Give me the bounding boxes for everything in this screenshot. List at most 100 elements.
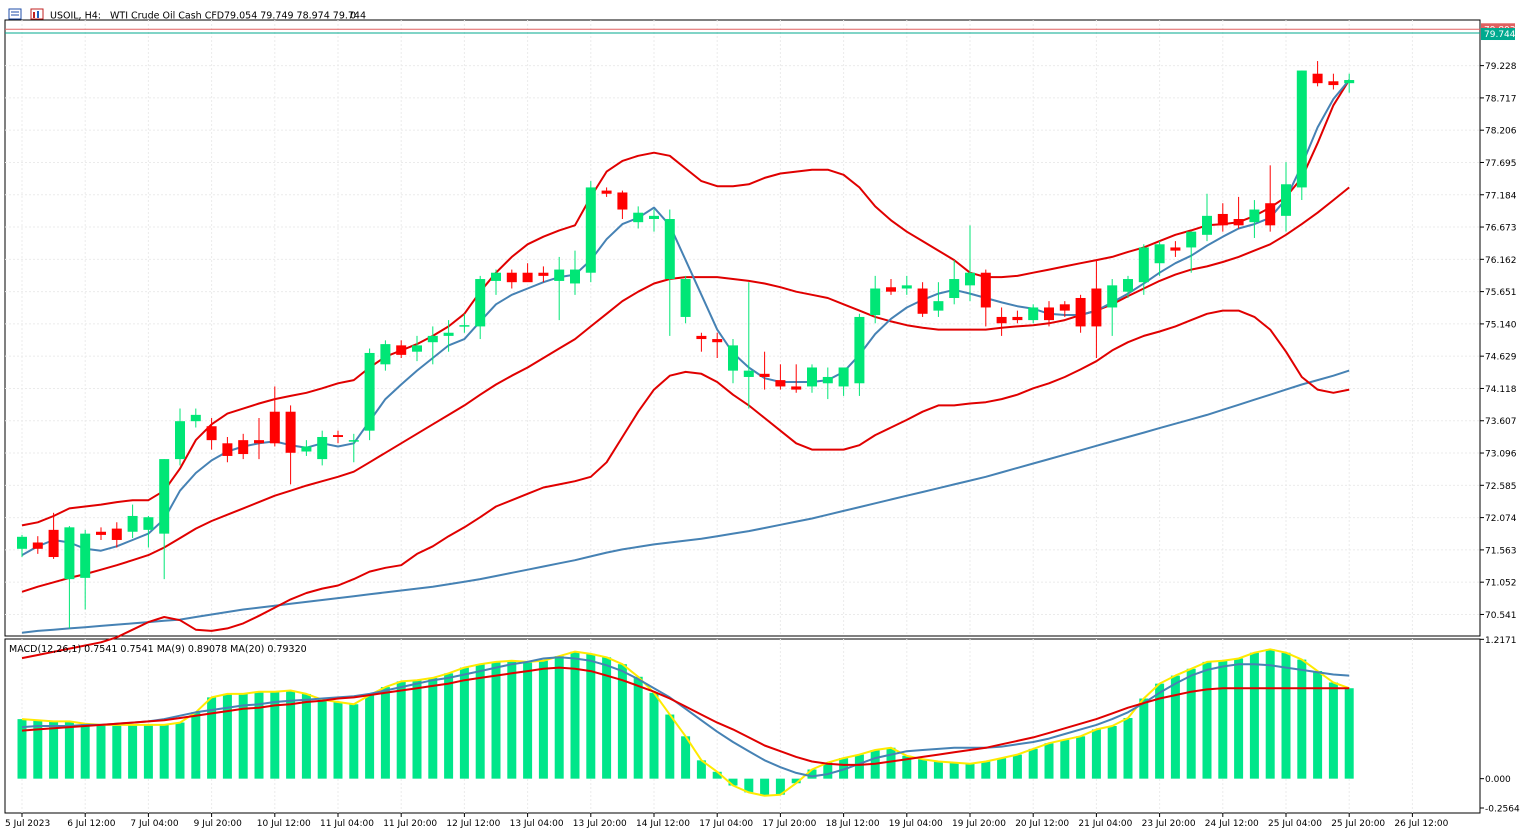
macd-histogram-bar [459, 667, 469, 779]
macd-histogram-bar [507, 660, 517, 779]
bull-candle-body [1123, 279, 1133, 292]
bear-candle-body [1328, 81, 1339, 86]
ohlc-values: 79.054 79.749 78.974 79.744 [224, 11, 366, 22]
bull-candle-body [175, 421, 185, 460]
macd-histogram-bar [1170, 675, 1180, 779]
bear-candle-body [538, 272, 549, 276]
bull-candle-body [807, 367, 817, 387]
macd-histogram-bar [1313, 671, 1323, 779]
macd-histogram-bar [1107, 726, 1117, 779]
bull-candle-body [80, 533, 91, 578]
bull-candle-body [427, 335, 438, 343]
spread-value: 0 [350, 11, 356, 22]
bull-candle-body [301, 446, 312, 452]
bull-candle-body [380, 344, 391, 365]
bull-candle-body [949, 279, 960, 298]
symbol-label: USOIL, H4: [50, 11, 101, 22]
macd-histogram-bar [1297, 659, 1307, 779]
bear-candle-body [617, 192, 628, 210]
menu-icon[interactable] [8, 8, 22, 20]
bear-candle-body [1059, 304, 1070, 311]
time-tick-label: 19 Jul 04:00 [889, 819, 943, 829]
macd-histogram-bar [17, 719, 27, 779]
bear-candle-body [238, 440, 249, 455]
price-tick-label: 73.096 [1485, 450, 1517, 460]
macd-histogram-bar [1202, 661, 1212, 779]
symbol-description: WTI Crude Oil Cash CFD [110, 11, 224, 22]
macd-histogram-bar [918, 759, 928, 779]
macd-histogram-bar [1265, 649, 1275, 779]
macd-histogram-bar [491, 661, 501, 779]
macd-histogram-bar [49, 721, 59, 779]
bull-candle-body [1138, 247, 1149, 283]
bull-candle-body [838, 367, 849, 387]
time-tick-label: 25 Jul 20:00 [1331, 819, 1385, 829]
macd-histogram-bar [1218, 660, 1228, 779]
bear-candle-body [269, 411, 280, 444]
macd-histogram-bar [965, 763, 975, 779]
bear-candle-body [396, 345, 407, 355]
macd-histogram-bar [80, 723, 90, 779]
bull-candle-body [1281, 184, 1291, 216]
bull-candle-body [965, 272, 975, 286]
bear-candle-body [254, 440, 264, 444]
bull-candle-body [17, 536, 27, 549]
main-pane-frame[interactable] [4, 19, 1481, 637]
time-tick-label: 21 Jul 04:00 [1078, 819, 1132, 829]
bear-candle-body [222, 443, 233, 456]
chart-header: USOIL, H4: WTI Crude Oil Cash CFD 79.054… [8, 8, 366, 22]
bear-candle-body [980, 272, 991, 308]
macd-histogram-bar [1123, 717, 1133, 779]
bull-candle-body [1028, 307, 1039, 321]
macd-histogram-bar [380, 687, 390, 779]
macd-histogram-bar [649, 692, 659, 779]
macd-histogram-bar [1044, 743, 1054, 779]
chart-canvas: 79.228 78.717 78.206 77.695 77.184 76.673 76.1… [4, 8, 1520, 829]
macd-histogram-bar [349, 704, 359, 779]
bear-candle-body [712, 339, 723, 343]
bull-candle-body [143, 517, 154, 530]
macd-histogram-bar [538, 660, 548, 779]
price-tick-label: 74.629 [1485, 353, 1517, 363]
bull-candle-body [570, 269, 580, 284]
time-tick-label: 13 Jul 04:00 [510, 819, 564, 829]
bear-candle-body [522, 272, 533, 283]
bull-candle-body [870, 288, 881, 316]
price-tick-label: 72.074 [1485, 514, 1517, 524]
bear-candle-body [111, 528, 122, 540]
bull-candle-body [554, 269, 565, 281]
time-tick-label: 5 Jul 2023 [5, 819, 50, 829]
macd-histogram-bar [96, 724, 106, 779]
bear-candle-body [1044, 307, 1054, 321]
bull-candle-body [680, 279, 691, 317]
price-tick-label: 70.541 [1485, 611, 1517, 621]
bull-candle-body [664, 219, 675, 280]
macd-histogram-bar [554, 656, 564, 779]
bear-candle-body [1091, 288, 1102, 327]
bull-candle-body [159, 459, 170, 534]
time-tick-label: 12 Jul 12:00 [446, 819, 500, 829]
bull-candle-body [443, 332, 454, 336]
bull-candle-body [854, 316, 865, 384]
price-tick-label: 71.563 [1485, 546, 1517, 556]
price-tick-label: 75.140 [1485, 320, 1517, 330]
bear-candle-body [333, 435, 343, 437]
price-tick-label: 74.118 [1485, 385, 1517, 395]
bear-candle-body [96, 531, 106, 535]
macd-histogram-bar [301, 693, 311, 779]
macd-histogram-bar [1060, 739, 1070, 779]
time-tick-label: 11 Jul 04:00 [320, 819, 374, 829]
bear-candle-body [1265, 203, 1276, 226]
bull-candle-body [1186, 231, 1197, 248]
price-tick-label: 73.607 [1485, 417, 1517, 427]
macd-histogram-bar [412, 680, 422, 779]
macd-histogram-bar [1139, 698, 1149, 779]
macd-histogram-bar [175, 722, 185, 779]
macd-histogram-bar [1234, 658, 1244, 779]
macd-histogram-bar [1328, 682, 1338, 779]
bear-candle-body [285, 411, 296, 453]
bull-candle-body [190, 414, 201, 422]
bear-candle-body [32, 542, 43, 549]
time-tick-label: 20 Jul 12:00 [1015, 819, 1069, 829]
bull-candle-body [649, 215, 659, 220]
